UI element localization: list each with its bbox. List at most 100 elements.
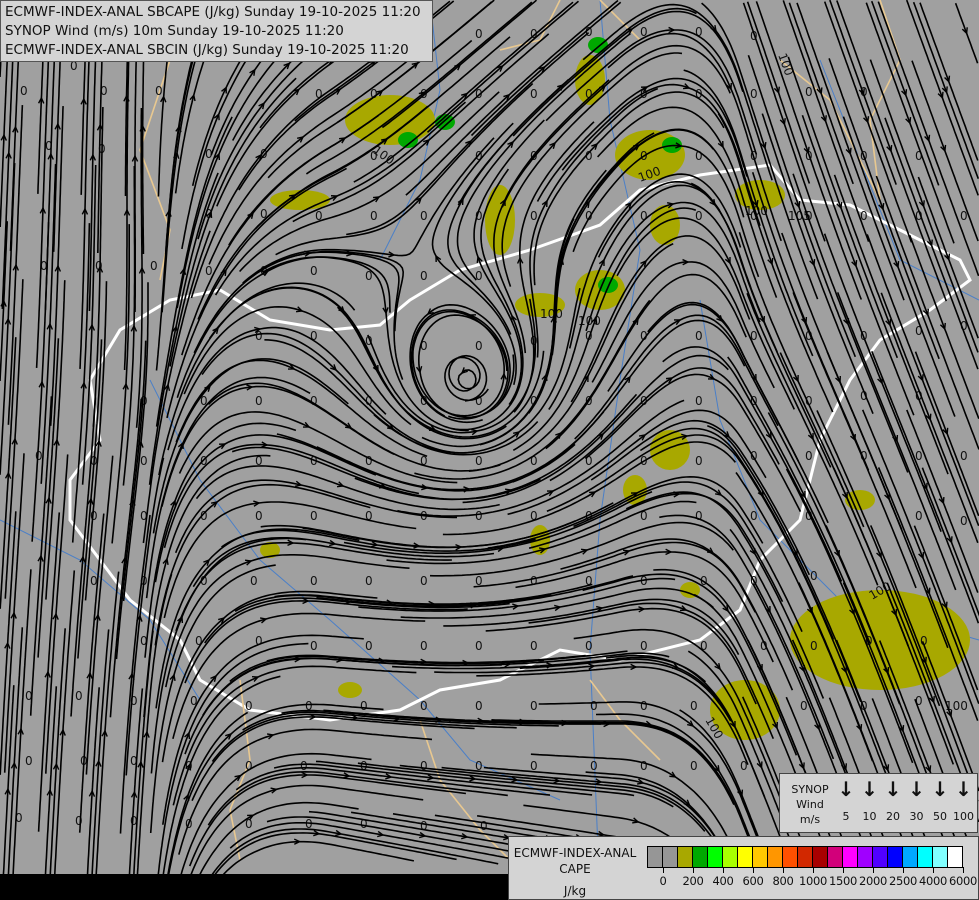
cape-color-swatch	[708, 847, 723, 867]
wind-arrow-down-icon: ↓	[861, 777, 878, 801]
cape-contour-label: 0	[750, 509, 758, 523]
cape-contour-label: 0	[810, 639, 818, 653]
cape-contour-label: 0	[805, 85, 813, 99]
wind-legend-value: 10	[862, 810, 877, 823]
title-line-cape: ECMWF-INDEX-ANAL SBCAPE (J/kg) Sunday 19…	[5, 4, 421, 20]
cape-contour-label: 0	[640, 759, 648, 773]
cape-contour-label: 0	[420, 209, 428, 223]
cape-tick-label: 2000	[858, 867, 888, 888]
cape-high-area	[598, 277, 618, 293]
cape-contour-label: 0	[155, 84, 163, 98]
cape-contour-label: 0	[150, 259, 158, 273]
cape-contour-label: 0	[960, 449, 968, 463]
cape-contour-label: 0	[310, 574, 318, 588]
wind-legend-item: ↓ 5	[834, 778, 858, 823]
cape-contour-label: 0	[475, 27, 483, 41]
cape-color-swatch	[798, 847, 813, 867]
cape-color-swatch	[783, 847, 798, 867]
wind-arrow-down-icon: ↓	[884, 777, 902, 801]
cape-contour-label: 0	[585, 209, 593, 223]
cape-contour-label: 0	[750, 87, 758, 101]
cape-contour-label: 0	[530, 639, 538, 653]
cape-color-swatch	[648, 847, 663, 867]
cape-contour-label: 0	[800, 699, 808, 713]
cape-contour-label: 0	[75, 814, 83, 828]
cape-color-swatch	[693, 847, 708, 867]
cape-contour-label: 0	[420, 574, 428, 588]
wind-legend-title-1: SYNOP	[791, 783, 829, 796]
cape-tick-label: 600	[738, 867, 768, 888]
cape-contour-label: 0	[480, 819, 488, 833]
cape-tick-label: 1000	[798, 867, 828, 888]
cape-tick-label: 2500	[888, 867, 918, 888]
cape-contour-label: 0	[590, 759, 598, 773]
cape-contour-label: 0	[530, 574, 538, 588]
cape-color-swatch	[858, 847, 873, 867]
cape-contour-label: 0	[75, 689, 83, 703]
wind-arrow-down-icon: ↓	[931, 777, 949, 801]
cape-contour-label: 0	[420, 269, 428, 283]
cape-color-swatch	[933, 847, 948, 867]
cape-contour-label: 0	[810, 569, 818, 583]
cape-tick-label: 200	[678, 867, 708, 888]
wind-arrow-down-icon: ↓	[955, 777, 972, 801]
cape-contour-label: 0	[915, 509, 923, 523]
cape-contour-label: 0	[365, 574, 373, 588]
cape-color-swatch	[843, 847, 858, 867]
wind-legend-item: ↓ 30	[905, 778, 929, 823]
weather-map[interactable]: 0 0 0 0 0 0 0 0 0 0 0 0 0 0 0 0 0 0 0 0 0 0 0 0 0 0 0 0 0 0 0 0 0 0 0 0 0 0 0 0…	[0, 0, 979, 900]
cape-contour-label: 0	[475, 339, 483, 353]
wind-legend-value: 100	[953, 810, 974, 823]
cape-color-swatch	[918, 847, 933, 867]
cape-contour-label: 0	[365, 639, 373, 653]
cape-contour-label: 0	[420, 639, 428, 653]
cape-contour-label: 0	[805, 449, 813, 463]
cape-color-swatch	[723, 847, 738, 867]
cape-contour-label: 0	[640, 699, 648, 713]
cape-ticks: 0 200 400 600 800 1000 1500 2000 2500 4000 6000	[647, 867, 977, 897]
cape-contour-label: 0	[695, 329, 703, 343]
cape-color-swatch	[873, 847, 888, 867]
cape-contour-label: 0	[370, 209, 378, 223]
cape-color-swatch	[888, 847, 903, 867]
map-edge	[0, 874, 510, 900]
cape-color-swatch	[903, 847, 918, 867]
cape-contour-label: 0	[690, 759, 698, 773]
title-line-wind: SYNOP Wind (m/s) 10m Sunday 19-10-2025 1…	[5, 23, 344, 39]
cape-tick-label: 400	[708, 867, 738, 888]
cape-tick-label: 1500	[828, 867, 858, 888]
title-line-cin: ECMWF-INDEX-ANAL SBCIN (J/kg) Sunday 19-…	[5, 42, 409, 58]
cape-color-bar	[647, 846, 963, 868]
cape-color-swatch	[678, 847, 693, 867]
wind-legend-value: 20	[886, 810, 900, 823]
cape-legend: ECMWF-INDEX-ANAL CAPE J/kg 0 200 400 600 800…	[508, 836, 979, 900]
cape-contour-label: 0	[530, 87, 538, 101]
wind-legend-value: 30	[909, 810, 924, 823]
wind-legend-value: 5	[842, 810, 850, 823]
cape-color-swatch	[813, 847, 828, 867]
wind-legend-item: ↓ 50	[928, 778, 952, 823]
cape-contour-label: 0	[360, 699, 368, 713]
map-title-box: ECMWF-INDEX-ANAL SBCAPE (J/kg) Sunday 19…	[0, 0, 433, 62]
cape-contour-label: 0	[695, 454, 703, 468]
cape-tick-label: 4000	[918, 867, 948, 888]
cape-legend-title-2: CAPE	[559, 862, 591, 876]
wind-legend-item: ↓ 10	[858, 778, 882, 823]
cape-contour-label: 0	[475, 509, 483, 523]
cape-color-swatch	[753, 847, 768, 867]
cape-color-swatch	[663, 847, 678, 867]
cape-contour-label: 0	[530, 209, 538, 223]
wind-arrow-down-icon: ↓	[837, 777, 855, 801]
cape-contour-label: 0	[960, 514, 968, 528]
cape-contour-label: 0	[690, 699, 698, 713]
cape-contour-label: 0	[695, 509, 703, 523]
cape-contour-label: 100	[540, 307, 563, 321]
map-background	[0, 0, 979, 900]
wind-legend-title: SYNOP Wind m/s	[784, 782, 836, 827]
wind-legend-item: ↓ 100	[952, 778, 976, 823]
cape-area	[338, 682, 362, 698]
cape-contour-label: 0	[695, 394, 703, 408]
cape-contour-label: 0	[530, 699, 538, 713]
cape-contour-label: 0	[420, 699, 428, 713]
cape-color-swatch	[768, 847, 783, 867]
